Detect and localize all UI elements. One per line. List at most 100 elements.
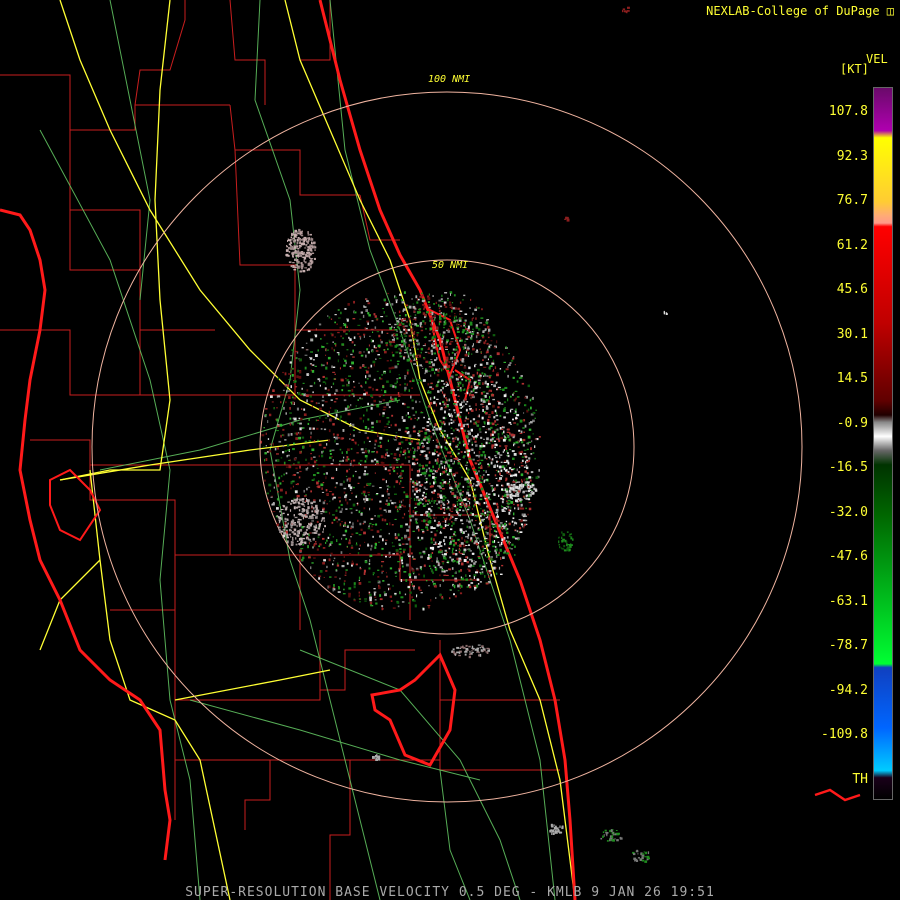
echo-pixel (514, 364, 516, 366)
echo-pixel (482, 474, 485, 476)
echo-pixel (506, 536, 509, 539)
echo-pixel (414, 575, 417, 579)
echo-pixel (364, 426, 368, 429)
echo-pixel (496, 464, 499, 468)
echo-pixel (488, 483, 491, 485)
echo-pixel (437, 551, 441, 554)
echo-pixel (412, 481, 414, 483)
echo-pixel (612, 831, 614, 834)
echo-pixel (324, 401, 328, 403)
echo-pixel (374, 515, 376, 517)
echo-pixel (647, 859, 649, 861)
echo-pixel (441, 368, 443, 372)
echo-pixel (333, 436, 336, 439)
echo-pixel (462, 509, 465, 512)
echo-pixel (341, 343, 345, 346)
echo-pixel (369, 598, 372, 602)
echo-pixel (476, 515, 479, 518)
echo-pixel (487, 331, 489, 335)
echo-pixel (367, 351, 370, 354)
echo-pixel (297, 501, 300, 504)
echo-pixel (395, 300, 398, 304)
echo-pixel (431, 412, 433, 414)
echo-pixel (348, 592, 351, 596)
echo-pixel (641, 853, 645, 855)
echo-pixel (329, 491, 332, 492)
echo-pixel (382, 409, 386, 411)
echo-pixel (388, 406, 391, 409)
echo-pixel (331, 476, 335, 479)
echo-pixel (293, 231, 295, 234)
echo-pixel (477, 482, 480, 485)
echo-pixel (352, 349, 354, 353)
echo-pixel (419, 442, 421, 446)
echo-pixel (508, 522, 511, 526)
echo-pixel (466, 467, 468, 470)
echo-pixel (313, 526, 315, 528)
echo-pixel (532, 396, 534, 400)
echo-pixel (403, 291, 406, 294)
echo-pixel (457, 437, 460, 441)
echo-pixel (264, 452, 267, 455)
echo-pixel (371, 524, 375, 526)
echo-pixel (415, 496, 419, 499)
echo-pixel (384, 456, 386, 459)
echo-pixel (404, 383, 406, 386)
echo-pixel (528, 460, 530, 462)
echo-pixel (327, 393, 331, 397)
echo-pixel (434, 423, 437, 426)
echo-pixel (295, 357, 298, 360)
echo-pixel (440, 530, 442, 533)
echo-pixel (448, 547, 451, 550)
echo-pixel (322, 450, 324, 453)
echo-pixel (299, 451, 302, 454)
echo-pixel (609, 837, 613, 839)
echo-pixel (335, 467, 338, 471)
echo-pixel (430, 374, 432, 377)
echo-pixel (475, 408, 477, 411)
echo-pixel (459, 381, 462, 385)
echo-pixel (635, 850, 639, 853)
echo-pixel (372, 331, 374, 333)
echo-pixel (389, 466, 393, 468)
echo-pixel (481, 308, 483, 311)
echo-pixel (496, 484, 499, 487)
echo-pixel (479, 514, 482, 518)
echo-pixel (468, 494, 471, 497)
echo-pixel (447, 330, 451, 333)
echo-pixel (290, 543, 294, 546)
echo-pixel (458, 514, 461, 517)
echo-pixel (346, 451, 348, 454)
echo-pixel (501, 432, 503, 435)
echo-pixel (401, 340, 404, 343)
echo-pixel (407, 456, 411, 458)
echo-pixel (332, 382, 335, 385)
echo-pixel (376, 370, 379, 372)
echo-pixel (265, 445, 267, 447)
echo-pixel (467, 430, 470, 432)
echo-pixel (474, 386, 477, 388)
echo-pixel (367, 302, 371, 305)
echo-pixel (337, 331, 340, 334)
echo-pixel (438, 299, 442, 302)
echo-pixel (474, 364, 476, 368)
echo-pixel (468, 544, 470, 546)
echo-pixel (423, 450, 426, 452)
echo-pixel (440, 507, 443, 510)
echo-pixel (500, 532, 504, 535)
echo-pixel (457, 395, 460, 397)
echo-pixel (442, 470, 446, 474)
echo-pixel (370, 394, 373, 397)
echo-pixel (490, 340, 493, 342)
echo-pixel (488, 442, 491, 444)
echo-pixel (328, 410, 330, 414)
echo-pixel (453, 585, 456, 589)
echo-pixel (321, 487, 323, 490)
echo-pixel (410, 478, 412, 481)
echo-pixel (456, 560, 459, 564)
echo-pixel (432, 428, 435, 431)
echo-pixel (451, 650, 453, 653)
echo-pixel (431, 331, 435, 333)
echo-pixel (296, 524, 298, 528)
echo-pixel (402, 565, 404, 568)
